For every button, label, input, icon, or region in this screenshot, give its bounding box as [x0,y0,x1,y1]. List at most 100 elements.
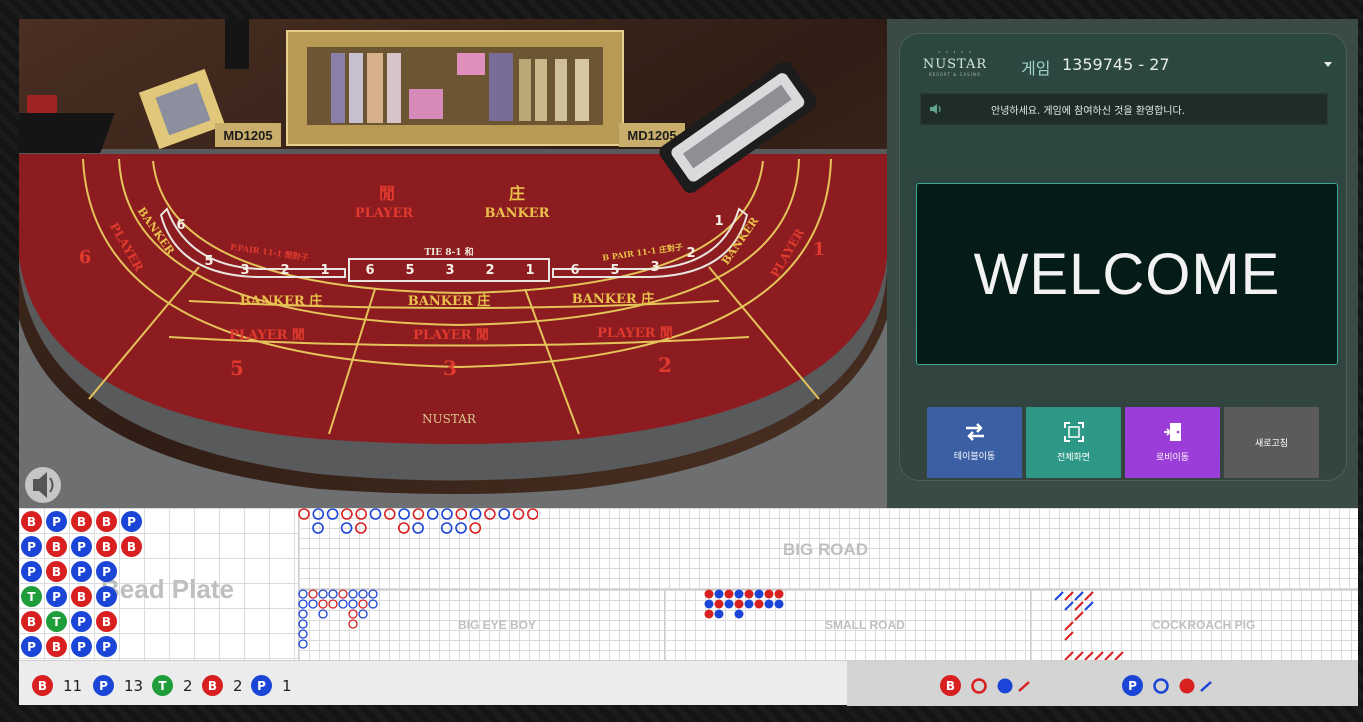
big-eye-boy-mark [358,609,368,619]
felt-seat-3: 3 [443,356,457,380]
stats-bar: B 11 P 13 T 2 B 2 P 1 B P [19,660,1358,706]
cockroach-pig-mark [1064,591,1074,601]
lobby-button[interactable]: 로비이동 [1125,407,1220,478]
cockroach-pig-mark [1084,601,1094,611]
small-road-mark [764,599,774,609]
cockroach-pig-mark [1084,651,1094,660]
speaker-icon [930,104,941,114]
big-eye-boy-mark [298,619,308,629]
baccarat-table-video: MD1205 MD1205 閒 PLAYER 庄 BANKER TIE 8-1 … [19,19,887,508]
small-road-mark [774,599,784,609]
logo-name: NUSTAR [922,57,988,72]
refresh-label: 새로고침 [1254,439,1289,449]
bead-P: P [121,511,142,532]
big-eye-boy-mark [318,599,328,609]
notice-message: 안녕하세요. 게임에 참여하신 것을 환영합니다. [991,106,1185,117]
fullscreen-label: 전체화면 [1056,453,1091,463]
bpair-6: 6 [570,263,579,278]
app-frame: MD1205 MD1205 閒 PLAYER 庄 BANKER TIE 8-1 … [0,0,1363,722]
big-road-mark [440,522,453,534]
felt-tie: TIE 8-1 和 [424,246,473,258]
stat-tie: T 2 [152,675,193,696]
big-road-mark [469,508,482,520]
game-panel: · · · · · NUSTAR RESORT & CASINO 게임 1359… [887,19,1358,508]
bpair-3: 3 [650,260,659,275]
small-road-mark [744,589,754,599]
tie-6: 6 [365,263,374,278]
logo-sub: RESORT & CASINO [929,72,981,77]
banker-pair-chip-icon: B [202,675,223,696]
big-eye-boy-mark [348,599,358,609]
banker-pair-count: 2 [233,676,243,695]
table-move-button[interactable]: 테이블이동 [927,407,1022,478]
cockroach-pig-mark [1104,651,1114,660]
big-road-mark [355,522,367,534]
bead-P: P [21,636,42,657]
small-road-mark [734,609,744,619]
big-eye-boy-mark [308,589,318,599]
bead-P: P [96,561,117,582]
cockroach-pig-marks [1054,591,1124,660]
ask-player-chip-icon: P [1122,675,1143,696]
welcome-text: WELCOME [973,241,1281,307]
stat-player-pair: P 1 [251,675,292,696]
table-code-left: MD1205 [223,128,272,143]
small-road-mark [774,589,784,599]
big-road-mark [412,508,425,520]
panel-card: · · · · · NUSTAR RESORT & CASINO 게임 1359… [899,33,1347,481]
felt-banker-row-3: BANKER 庄 [572,291,655,307]
refresh-button[interactable]: 새로고침 [1224,407,1319,478]
stat-banker-pair: B 2 [202,675,243,696]
volume-icon[interactable] [25,467,61,503]
small-road-mark [734,599,744,609]
ppair-3: 3 [240,263,249,278]
felt-logo: NUSTAR [422,412,477,426]
stat-player: P 13 [93,675,143,696]
player-count: 13 [124,676,144,695]
bead-P: P [71,636,92,657]
bead-P: P [96,636,117,657]
tie-3: 3 [445,263,454,278]
fullscreen-button[interactable]: 전체화면 [1026,407,1121,478]
ask-banker-button[interactable]: B [940,675,1039,696]
big-eye-boy-mark [348,609,358,619]
bead-P: P [71,561,92,582]
big-road-label: BIG ROAD [783,540,868,559]
lobby-label: 로비이동 [1155,453,1190,463]
big-eye-boy-mark [328,599,338,609]
nustar-logo: · · · · · NUSTAR RESORT & CASINO [920,49,990,89]
big-road-mark [469,522,482,534]
bead-P: P [21,536,42,557]
player-pair-chip-icon: P [251,675,272,696]
big-road-mark [527,508,538,520]
big-road-mark [341,508,353,520]
banker-count: 11 [63,676,83,695]
small-road-mark [714,609,724,619]
chevron-down-icon[interactable] [1324,62,1332,67]
cockroach-pig-mark [1064,601,1074,611]
big-road-mark [340,522,353,534]
tie-count: 2 [183,676,193,695]
tie-1: 1 [525,263,534,278]
big-eye-boy-mark [358,589,368,599]
small-road-mark [704,589,714,599]
ppair-5: 5 [204,254,213,269]
swap-icon [965,423,984,441]
ask-player-button[interactable]: P [1122,675,1221,696]
live-video-feed: MD1205 MD1205 閒 PLAYER 庄 BANKER TIE 8-1 … [19,19,887,508]
tie-2: 2 [485,263,494,278]
ask-player-preview [1153,677,1212,694]
bead-T: T [46,611,67,632]
ask-banker-preview [971,677,1030,694]
small-road-mark [724,589,734,599]
felt-banker-row-2: BANKER 庄 [408,293,491,309]
cockroach-pig-mark [1094,651,1104,660]
notice-bar: 안녕하세요. 게임에 참여하신 것을 환영합니다. [920,93,1328,125]
stat-banker: B 11 [32,675,82,696]
big-road-mark [298,508,310,520]
small-road-mark [714,599,724,609]
big-road-mark [312,508,325,520]
big-road-mark [484,508,496,520]
big-road-mark [355,508,368,520]
big-eye-boy-mark [328,589,338,599]
